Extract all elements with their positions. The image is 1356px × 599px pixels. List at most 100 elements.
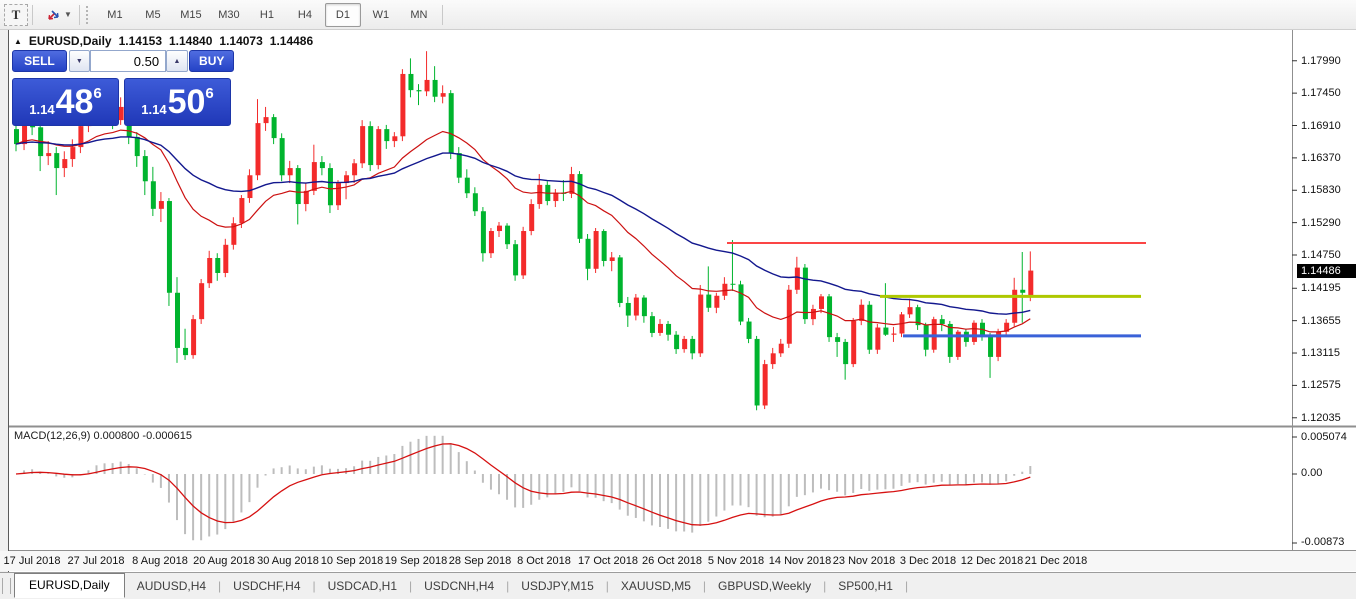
candle [594, 231, 599, 269]
timeframe-button-m1[interactable]: M1 [97, 3, 133, 27]
candle [875, 328, 880, 350]
candle [368, 126, 373, 165]
tab-usdcad-h1[interactable]: USDCAD,H1 [316, 576, 409, 596]
double-arrow-icon [46, 8, 61, 22]
candle [795, 268, 800, 290]
date-label: 19 Sep 2018 [385, 555, 447, 567]
toolbar-separator [32, 5, 33, 25]
tab-eurusd-daily[interactable]: EURUSD,Daily [14, 573, 125, 598]
chart-tab-bar: EURUSD,DailyAUDUSD,H4|USDCHF,H4|USDCAD,H… [0, 572, 1356, 599]
ohlc-close: 1.14486 [270, 34, 313, 48]
date-label: 12 Dec 2018 [961, 555, 1023, 567]
sell-button[interactable]: SELL [12, 50, 67, 72]
timeframe-button-d1[interactable]: D1 [325, 3, 361, 27]
candle [529, 204, 534, 231]
candle [908, 307, 913, 314]
candle [296, 168, 301, 204]
volume-decrease-button[interactable]: ▼ [69, 50, 91, 72]
date-label: 5 Nov 2018 [708, 555, 764, 567]
price-tick-label: 1.13115 [1301, 347, 1340, 359]
date-axis[interactable]: 17 Jul 201827 Jul 20188 Aug 201820 Aug 2… [0, 551, 1356, 571]
tab-usdchf-h4[interactable]: USDCHF,H4 [221, 576, 312, 596]
candle [336, 183, 341, 205]
candle [215, 258, 220, 273]
bid-price-panel[interactable]: 1.14 48 6 [12, 78, 119, 126]
macd-scale-top: 0.005074 [1301, 431, 1347, 443]
candle [835, 337, 840, 342]
price-tick-label: 1.13655 [1301, 315, 1341, 327]
candle [256, 123, 261, 175]
candle [304, 191, 309, 204]
candle [521, 231, 526, 275]
toolbar-separator [442, 5, 443, 25]
price-tick-label: 1.16370 [1301, 152, 1341, 164]
one-click-trade-panel: SELL ▼ ▲ BUY 1.14 48 6 1.14 50 6 [12, 50, 234, 126]
double-arrow-button[interactable]: ▼ [43, 4, 75, 26]
price-tick-label: 1.17990 [1301, 55, 1341, 67]
candle [763, 364, 768, 405]
collapse-icon[interactable]: ▲ [14, 37, 22, 46]
price-tick-label: 1.12035 [1301, 412, 1341, 424]
candle [489, 231, 494, 253]
candle [690, 339, 695, 353]
tab-usdjpy-m15[interactable]: USDJPY,M15 [509, 576, 605, 596]
buy-button[interactable]: BUY [189, 50, 234, 72]
timeframe-button-m30[interactable]: M30 [211, 3, 247, 27]
candle [328, 168, 333, 205]
candle [747, 322, 752, 339]
ask-big: 50 [168, 85, 206, 119]
candle [223, 245, 228, 273]
price-tick-label: 1.15290 [1301, 217, 1341, 229]
macd-panel [16, 436, 1030, 541]
candle [988, 336, 993, 357]
volume-increase-button[interactable]: ▲ [166, 50, 188, 72]
candle [199, 283, 204, 319]
date-label: 8 Oct 2018 [517, 555, 571, 567]
candle [811, 309, 816, 319]
toolbar-grip[interactable] [86, 6, 92, 24]
candle [384, 129, 389, 141]
candle [167, 201, 172, 293]
tab-audusd-h4[interactable]: AUDUSD,H4 [125, 576, 218, 596]
candle [537, 185, 542, 204]
candle [272, 117, 277, 138]
chevron-down-icon[interactable]: ▼ [64, 10, 72, 19]
candle [441, 93, 446, 97]
timeframe-button-m15[interactable]: M15 [173, 3, 209, 27]
timeframe-button-w1[interactable]: W1 [363, 3, 399, 27]
candle [159, 201, 164, 209]
price-scale[interactable]: 1.179901.174501.169101.163701.158301.152… [1293, 30, 1356, 550]
candle [658, 324, 663, 333]
tab-xauusd-m5[interactable]: XAUUSD,M5 [609, 576, 703, 596]
tab-sp500-h1[interactable]: SP500,H1 [826, 576, 905, 596]
candle [843, 342, 848, 364]
candle [352, 163, 357, 175]
candle [618, 257, 623, 303]
date-label: 10 Sep 2018 [321, 555, 383, 567]
candle [1020, 290, 1025, 293]
ask-price-panel[interactable]: 1.14 50 6 [124, 78, 231, 126]
toolbar-separator [79, 5, 80, 25]
text-tool-button[interactable]: T [4, 4, 28, 26]
candle [1028, 271, 1033, 297]
macd-scale-zero: 0.00 [1301, 467, 1322, 479]
bid-big: 48 [56, 85, 94, 119]
tab-usdcnh-h4[interactable]: USDCNH,H4 [412, 576, 506, 596]
candle [433, 80, 438, 97]
candle [143, 156, 148, 181]
timeframe-button-mn[interactable]: MN [401, 3, 437, 27]
tab-gbpusd-weekly[interactable]: GBPUSD,Weekly [706, 576, 823, 596]
volume-input[interactable] [90, 50, 166, 72]
candle [883, 328, 888, 335]
timeframe-button-m5[interactable]: M5 [135, 3, 171, 27]
date-label: 23 Nov 2018 [833, 555, 895, 567]
timeframe-button-h1[interactable]: H1 [249, 3, 285, 27]
candle [320, 162, 325, 168]
tab-scroll-grip[interactable] [2, 578, 11, 594]
chevron-down-icon: ▼ [76, 58, 83, 65]
candle [151, 181, 156, 209]
candle [247, 175, 252, 198]
date-label: 27 Jul 2018 [68, 555, 125, 567]
candle [497, 226, 502, 231]
timeframe-button-h4[interactable]: H4 [287, 3, 323, 27]
